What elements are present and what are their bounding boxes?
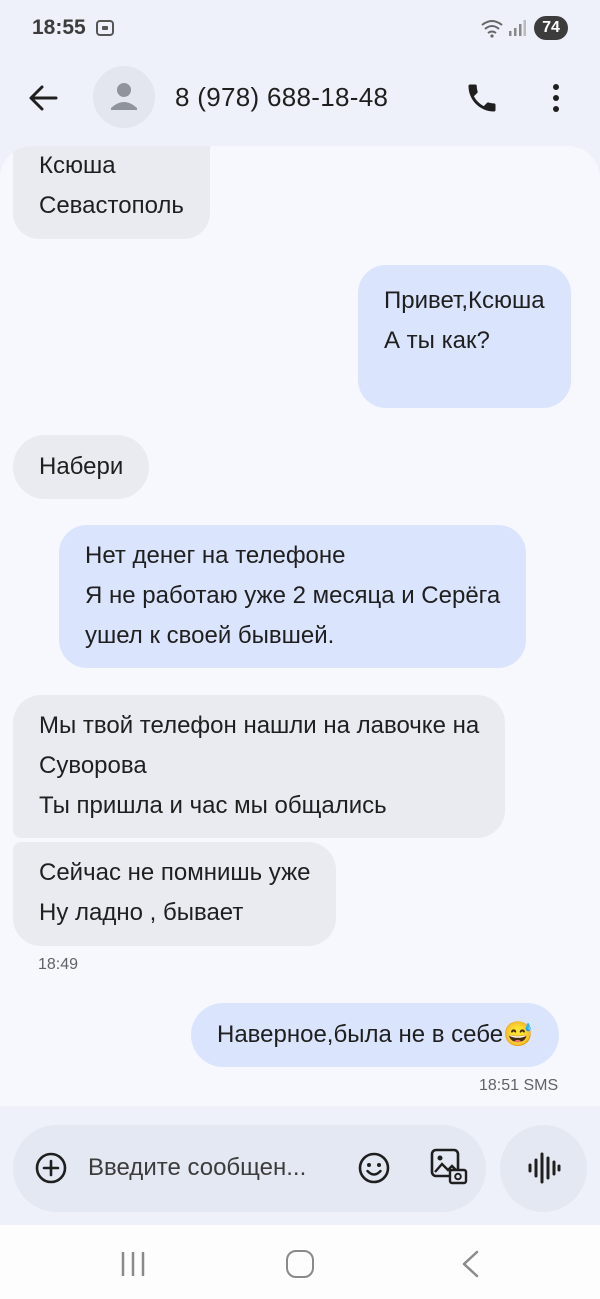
back-icon[interactable] xyxy=(458,1249,482,1279)
message-line: Нет денег на телефоне xyxy=(85,542,346,569)
battery-indicator: 74 xyxy=(534,16,568,40)
contact-name[interactable]: 8 (978) 688-18-48 xyxy=(175,82,388,113)
back-arrow-icon[interactable] xyxy=(24,80,64,116)
gallery-icon[interactable] xyxy=(429,1147,469,1187)
message-line: Набери xyxy=(39,453,124,480)
status-bar: 18:55 74 xyxy=(0,0,600,58)
home-icon[interactable] xyxy=(286,1250,314,1278)
message-bubble-outgoing[interactable]: Нет денег на телефоне Я не работаю уже 2… xyxy=(59,525,527,668)
more-vert-icon[interactable] xyxy=(540,80,572,116)
message-line: Наверное,была не в себе😅 xyxy=(217,1021,533,1048)
message-line: Мы твой телефон нашли на лавочке на xyxy=(39,712,480,739)
message-line: Привет,Ксюша xyxy=(384,287,545,314)
recent-apps-icon[interactable] xyxy=(118,1252,148,1276)
message-line: Суворова xyxy=(39,752,147,779)
avatar[interactable] xyxy=(93,66,155,128)
message-bubble-incoming[interactable]: Сейчас не помнишь уже Ну ладно , бывает xyxy=(13,842,337,946)
message-bubble-outgoing[interactable]: Привет,Ксюша А ты как? xyxy=(358,265,571,408)
message-bubble-incoming[interactable]: Мы твой телефон нашли на лавочке на Суво… xyxy=(13,695,506,838)
avatar-icon xyxy=(111,83,137,110)
conversation-header: 8 (978) 688-18-48 xyxy=(0,58,600,138)
message-composer xyxy=(13,1125,486,1212)
message-line: Ты пришла и час мы общались xyxy=(39,792,387,819)
message-line: Ксюша xyxy=(39,152,116,179)
voice-record-button[interactable] xyxy=(500,1125,587,1212)
wifi-icon xyxy=(480,18,504,38)
system-navigation-bar xyxy=(0,1225,600,1299)
status-time: 18:55 xyxy=(32,16,86,39)
emoji-icon[interactable] xyxy=(357,1151,391,1185)
message-bubble-incoming[interactable]: Набери xyxy=(13,435,150,499)
signal-icon xyxy=(508,20,526,36)
message-bubble-incoming[interactable]: Ксюша Севастополь xyxy=(13,146,210,239)
message-timestamp: 18:51 SMS xyxy=(479,1077,559,1094)
message-line: А ты как? xyxy=(384,327,490,354)
message-input[interactable] xyxy=(88,1154,338,1182)
phone-icon[interactable] xyxy=(464,80,500,116)
message-line: Сейчас не помнишь уже xyxy=(39,859,311,886)
voice-wave-icon xyxy=(528,1152,561,1184)
message-timestamp: 18:49 xyxy=(38,956,79,973)
screen-record-icon xyxy=(96,20,114,36)
message-thread[interactable]: Ксюша Севастополь Привет,Ксюша А ты как?… xyxy=(0,146,600,1106)
message-line: Ну ладно , бывает xyxy=(39,899,244,926)
message-line: Севастополь xyxy=(39,192,184,219)
message-line: Я не работаю уже 2 месяца и Серёга xyxy=(85,582,501,609)
message-line: ушел к своей бывшей. xyxy=(85,622,335,649)
add-circle-icon[interactable] xyxy=(34,1151,68,1185)
message-bubble-outgoing[interactable]: Наверное,была не в себе😅 xyxy=(191,1003,559,1067)
